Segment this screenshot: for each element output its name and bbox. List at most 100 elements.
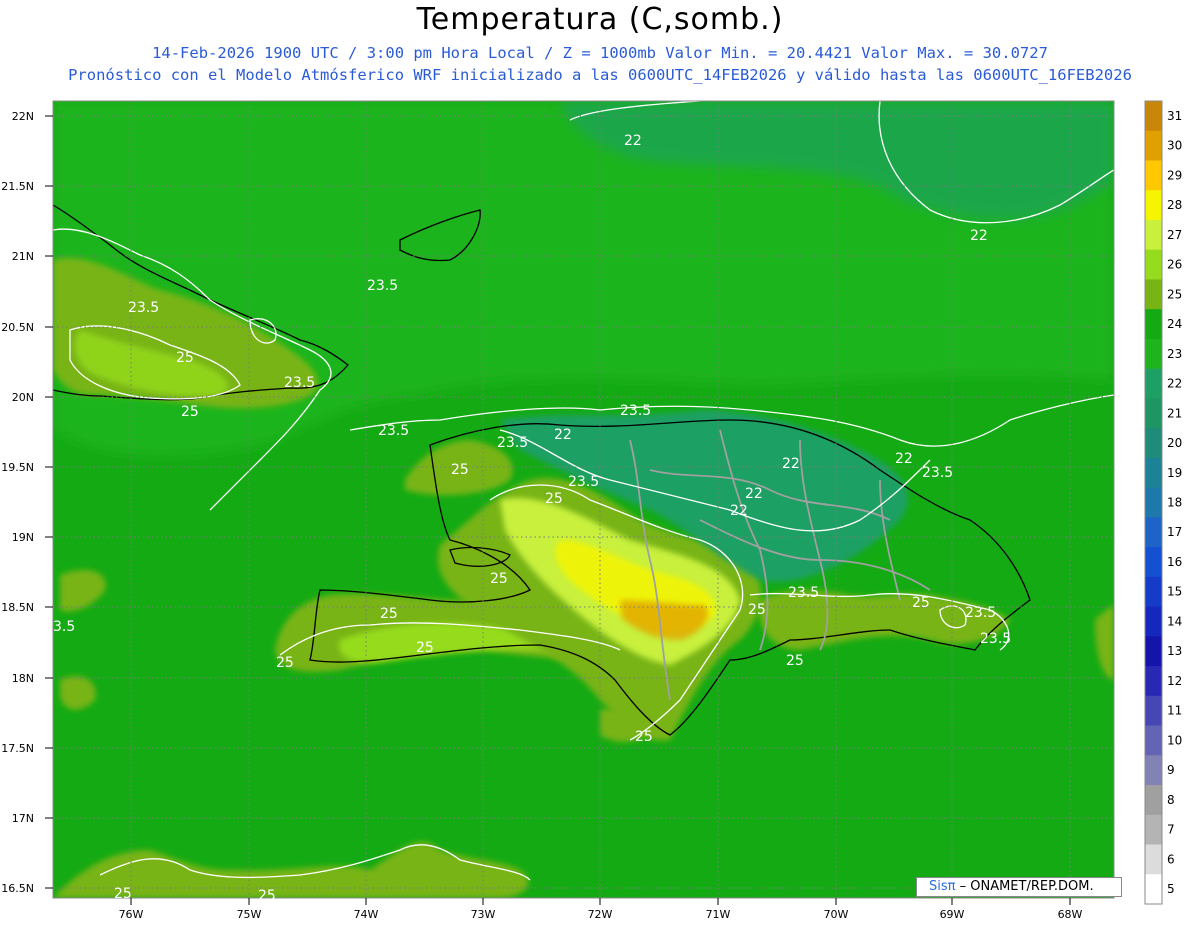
colorbar-label: 27 [1167,228,1182,242]
colorbar-swatch [1145,368,1162,399]
colorbar-swatch [1145,190,1162,221]
colorbar-swatch [1145,517,1162,548]
colorbar-swatch [1145,695,1162,727]
colorbar-swatch [1145,457,1162,489]
lat-label: 17.5N [1,742,34,755]
isotherm-label: 25 [490,571,508,587]
isotherm-label: 22 [554,427,572,443]
credit-box: Sisπ – ONAMET/REP.DOM. [916,877,1122,897]
colorbar-swatch [1145,725,1162,756]
colorbar-swatch [1145,814,1162,846]
isotherm-label: 25 [416,640,434,656]
colorbar-swatch [1145,666,1162,697]
isotherm-label: 23.5 [367,278,398,294]
colorbar-swatch [1145,398,1162,429]
isotherm-label: 25 [181,404,199,420]
colorbar-label: 31 [1167,109,1182,123]
colorbar-swatch [1145,249,1162,280]
temperature-map: 22N 21.5N 21N 20.5N 20N 19.5N 19N 18.5N … [1,100,1182,921]
colorbar-label: 23 [1167,347,1182,361]
colorbar-label: 29 [1167,168,1182,182]
credit-org: – ONAMET/REP.DOM. [959,879,1094,894]
colorbar-swatch [1145,219,1162,251]
lon-label: 73W [471,908,496,921]
isotherm-label: 25 [635,729,653,745]
colorbar-label: 16 [1167,555,1182,569]
colorbar-swatch [1145,636,1162,667]
colorbar-swatch [1145,101,1162,132]
isotherm-label: 25 [451,462,469,478]
isotherm-label: 25 [114,886,132,902]
isotherm-label: 3.5 [53,619,75,635]
isotherm-label: 23.5 [980,631,1011,647]
colorbar-label: 15 [1167,585,1182,599]
colorbar-label: 9 [1167,763,1175,777]
lon-labels: 76W 75W 74W 73W 72W 71W 70W 69W 68W [119,908,1083,921]
colorbar-label: 19 [1167,466,1182,480]
isotherm-label: 22 [745,486,763,502]
colorbar-swatch [1145,547,1162,578]
isotherm-label: 25 [276,655,294,671]
colorbar-label: 11 [1167,704,1182,718]
lat-label: 16.5N [1,882,34,895]
isotherm-label: 25 [912,595,930,611]
isotherm-label: 23.5 [497,435,528,451]
isotherm-label: 22 [895,451,913,467]
colorbar-swatch [1145,160,1162,191]
colorbar-swatch [1145,874,1162,905]
lat-label: 18.5N [1,601,34,614]
colorbar-swatch [1145,130,1162,161]
colorbar-swatch [1145,279,1162,310]
sispi-logo: Sisπ [929,879,956,894]
colorbar-label: 5 [1167,882,1175,896]
colorbar-label: 18 [1167,496,1182,510]
colorbar-label: 12 [1167,674,1182,688]
colorbar-swatch [1145,606,1162,637]
lon-label: 69W [940,908,965,921]
isotherm-label: 22 [624,133,642,149]
colorbar-swatch [1145,844,1162,875]
colorbar-swatch [1145,487,1162,518]
colorbar-swatch [1145,338,1162,370]
colorbar-label: 21 [1167,406,1182,420]
isotherm-label: 23.5 [788,585,819,601]
colorbar-label: 7 [1167,823,1175,837]
lat-label: 18N [12,672,34,685]
lat-label: 22N [12,110,34,123]
colorbar-label: 26 [1167,258,1182,272]
colorbar-label: 30 [1167,139,1182,153]
lat-label: 19N [12,531,34,544]
isotherm-label: 25 [786,653,804,669]
isotherm-label: 23.5 [922,465,953,481]
isotherm-label: 25 [748,602,766,618]
isotherm-label: 22 [970,228,988,244]
colorbar-swatch [1145,785,1162,816]
colorbar-label: 13 [1167,644,1182,658]
isotherm-label: 25 [176,350,194,366]
colorbar-label: 28 [1167,198,1182,212]
colorbar-label: 25 [1167,287,1182,301]
colorbar-label: 10 [1167,733,1182,747]
colorbar-swatch [1145,576,1162,608]
lat-label: 21.5N [1,180,34,193]
colorbar: 31 30 29 28 27 26 25 24 23 22 21 20 19 18 17 16 15 14 13 12… [1144,100,1182,905]
colorbar-label: 22 [1167,377,1182,391]
isotherm-label: 22 [782,456,800,472]
colorbar-label: 24 [1167,317,1182,331]
lon-label: 75W [237,908,262,921]
isotherm-label: 25 [258,888,276,904]
lat-label: 20.5N [1,321,34,334]
isotherm-label: 22 [730,503,748,519]
lon-label: 76W [119,908,144,921]
colorbar-swatch [1145,755,1162,786]
isotherm-label: 23.5 [568,474,599,490]
lat-label: 20N [12,391,34,404]
colorbar-label: 20 [1167,436,1182,450]
colorbar-label: 6 [1167,852,1175,866]
colorbar-swatch [1145,428,1162,459]
lon-label: 72W [588,908,613,921]
colorbar-label: 14 [1167,614,1182,628]
isotherm-label: 23.5 [378,423,409,439]
isotherm-label: 25 [380,606,398,622]
isotherm-label: 23.5 [965,605,996,621]
